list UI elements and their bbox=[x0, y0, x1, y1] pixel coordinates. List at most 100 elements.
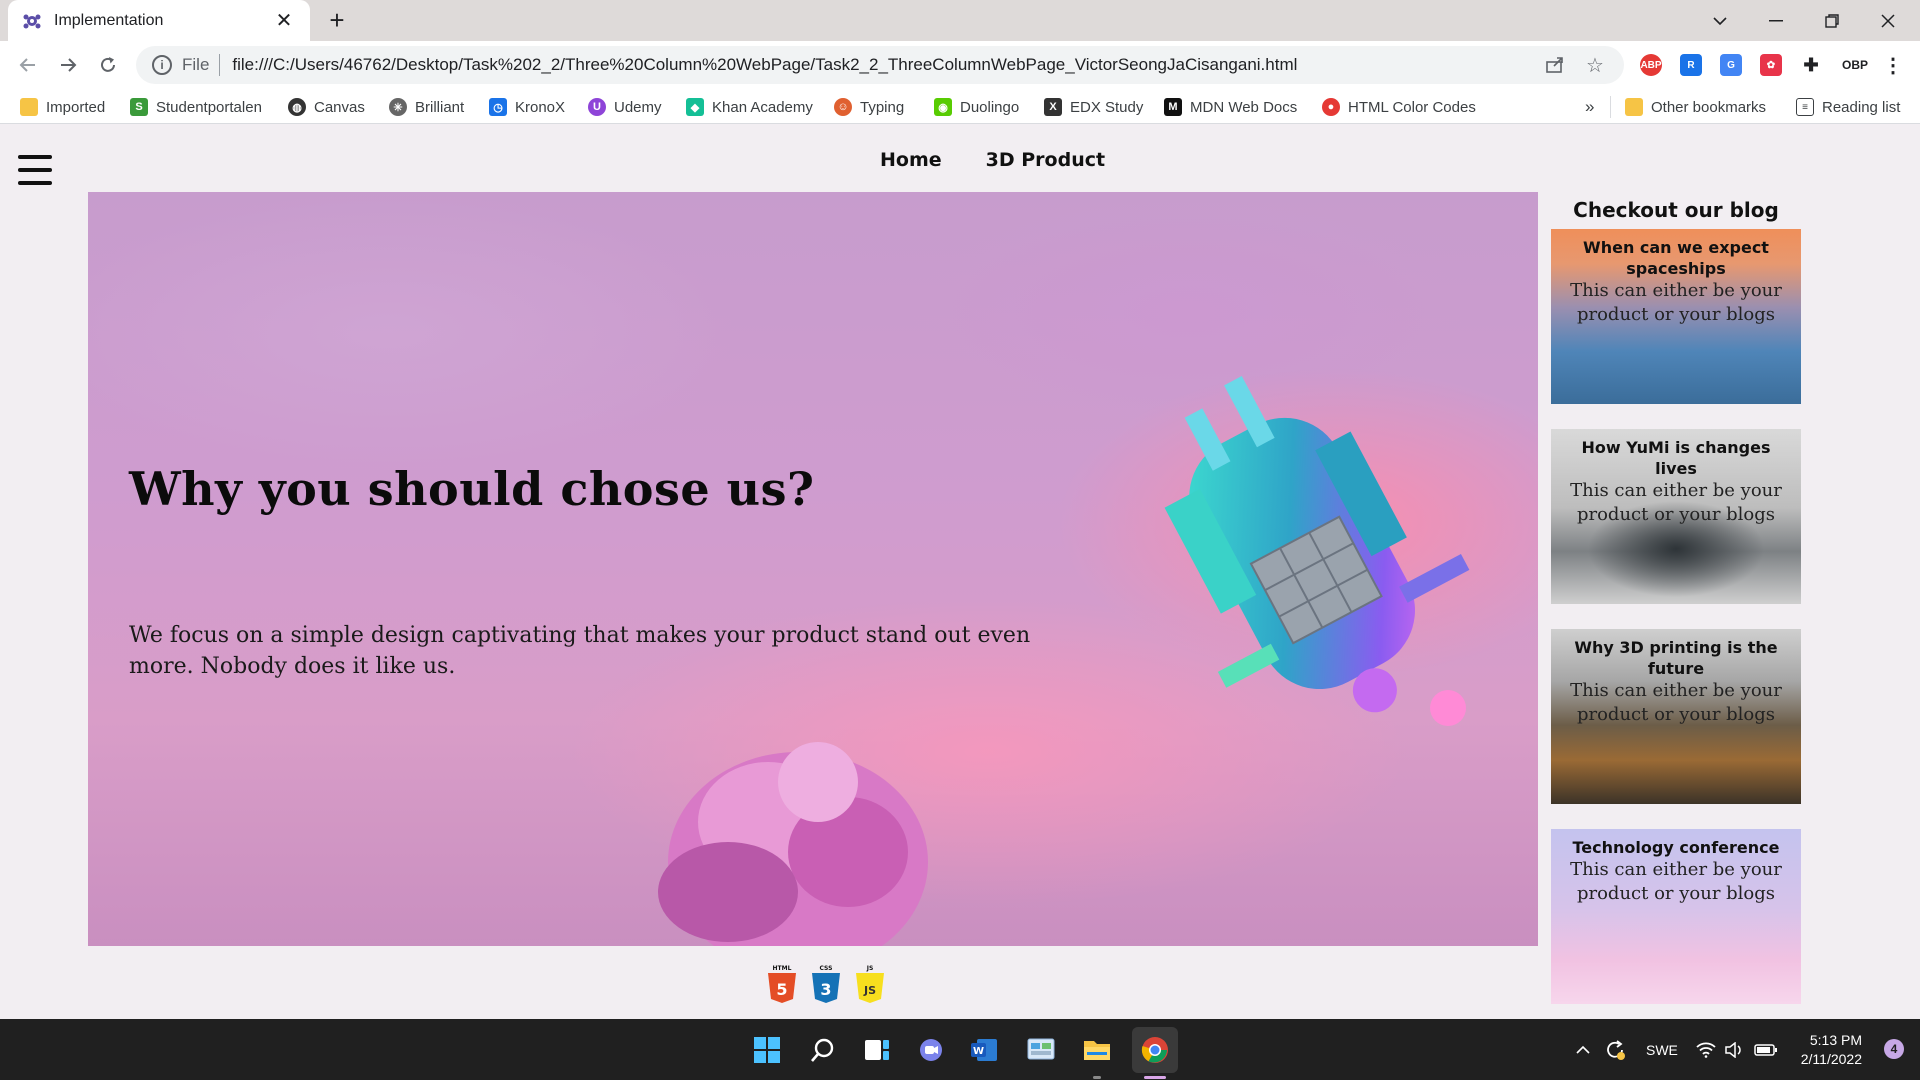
task-view-icon[interactable] bbox=[858, 1031, 896, 1069]
blog-card[interactable]: Why 3D printing is the future This can e… bbox=[1551, 629, 1801, 804]
notification-badge[interactable]: 4 bbox=[1884, 1039, 1904, 1059]
hero-title: Why you should chose us? bbox=[129, 462, 815, 516]
forward-icon[interactable] bbox=[52, 49, 84, 81]
svg-text:W: W bbox=[973, 1046, 984, 1057]
browser-toolbar: i File file:///C:/Users/46762/Desktop/Ta… bbox=[0, 41, 1920, 89]
bookmark-label: KronoX bbox=[515, 98, 566, 116]
web-page: Home 3D Product Why you should chose us?… bbox=[0, 125, 1920, 1019]
javascript-icon: JS JS bbox=[856, 965, 884, 1003]
show-hidden-icons-icon[interactable] bbox=[1576, 1019, 1590, 1080]
mdn-icon: M bbox=[1164, 98, 1182, 116]
minimize-icon[interactable] bbox=[1748, 0, 1804, 41]
bookmark-studentportalen[interactable]: S Studentportalen bbox=[130, 96, 262, 118]
restore-icon[interactable] bbox=[1804, 0, 1860, 41]
folder-icon bbox=[20, 98, 38, 116]
blog-card[interactable]: Technology conference This can either be… bbox=[1551, 829, 1801, 1004]
blog-card[interactable]: How YuMi is changes lives This can eithe… bbox=[1551, 429, 1801, 604]
blog-card-text: This can either be your product or your … bbox=[1570, 680, 1782, 725]
battery-icon[interactable] bbox=[1754, 1019, 1778, 1080]
bookmarks-bar: Imported S Studentportalen ◍ Canvas ✳ Brill… bbox=[0, 89, 1920, 124]
bookmark-imported[interactable]: Imported bbox=[20, 96, 105, 118]
bookmark-label: Typing bbox=[860, 98, 905, 116]
bookmark-kronox[interactable]: ◷ KronoX bbox=[489, 96, 565, 118]
bookmark-label: Khan Academy bbox=[712, 98, 813, 116]
html5-digit: 5 bbox=[776, 980, 787, 999]
reading-list-button[interactable]: ≡ Reading list bbox=[1796, 96, 1900, 118]
bookmark-duolingo[interactable]: ◉ Duolingo bbox=[934, 96, 1019, 118]
reading-list-icon: ≡ bbox=[1796, 98, 1814, 116]
bookmark-star-icon[interactable]: ☆ bbox=[1582, 52, 1608, 78]
site-info-icon[interactable]: i bbox=[152, 55, 172, 75]
reload-icon[interactable] bbox=[92, 49, 124, 81]
bookmark-mdn[interactable]: M MDN Web Docs bbox=[1164, 96, 1297, 118]
css3-digit: 3 bbox=[820, 980, 831, 999]
nav-3d-product-link[interactable]: 3D Product bbox=[986, 149, 1105, 171]
kronox-icon: ◷ bbox=[489, 98, 507, 116]
html5-label: HTML bbox=[773, 965, 792, 972]
page-favicon-icon bbox=[22, 11, 42, 31]
file-explorer-icon[interactable] bbox=[1078, 1031, 1116, 1069]
start-windows-icon[interactable] bbox=[748, 1031, 786, 1069]
control-panel-icon[interactable] bbox=[1022, 1031, 1060, 1069]
blog-card-title: How YuMi is changes lives bbox=[1581, 438, 1771, 478]
reading-list-label: Reading list bbox=[1822, 98, 1901, 116]
system-clock[interactable]: 5:13 PM 2/11/2022 bbox=[1801, 1031, 1862, 1069]
bookmark-khan-academy[interactable]: ◆ Khan Academy bbox=[686, 96, 813, 118]
browser-tab[interactable]: Implementation ✕ bbox=[8, 0, 310, 41]
bookmark-label: Brilliant bbox=[415, 98, 465, 116]
blog-card[interactable]: When can we expect spaceships This can e… bbox=[1551, 229, 1801, 404]
close-window-icon[interactable] bbox=[1860, 0, 1916, 41]
bookmark-label: EDX Study bbox=[1070, 98, 1144, 116]
bookmark-label: Canvas bbox=[314, 98, 365, 116]
address-bar[interactable]: i File file:///C:/Users/46762/Desktop/Ta… bbox=[136, 46, 1624, 84]
language-indicator[interactable]: SWE bbox=[1646, 1019, 1678, 1080]
bookmarks-overflow-button[interactable]: » bbox=[1585, 96, 1594, 118]
extension-red-icon[interactable]: ✿ bbox=[1760, 54, 1782, 76]
tech-icons: HTML 5 CSS 3 JS JS bbox=[766, 963, 886, 1003]
tab-close-icon[interactable]: ✕ bbox=[272, 8, 296, 33]
blog-card-text: This can either be your product or your … bbox=[1570, 480, 1782, 525]
bookmark-brilliant[interactable]: ✳ Brilliant bbox=[389, 96, 464, 118]
chrome-icon[interactable] bbox=[1132, 1027, 1178, 1073]
menu-kebab-icon[interactable]: ⋮ bbox=[1882, 54, 1904, 77]
teams-chat-icon[interactable] bbox=[912, 1031, 950, 1069]
bookmark-udemy[interactable]: U Udemy bbox=[588, 96, 662, 118]
translate-icon[interactable]: G bbox=[1720, 54, 1742, 76]
hero-section: Why you should chose us? We focus on a s… bbox=[88, 192, 1538, 946]
bookmark-canvas[interactable]: ◍ Canvas bbox=[288, 96, 365, 118]
blog-card-title: When can we expect spaceships bbox=[1583, 238, 1769, 278]
blog-card-text: This can either be your product or your … bbox=[1570, 280, 1782, 325]
adblock-icon[interactable]: ABP bbox=[1640, 54, 1662, 76]
search-icon[interactable] bbox=[804, 1031, 842, 1069]
bookmark-label: Imported bbox=[46, 98, 106, 116]
extensions-puzzle-icon[interactable]: ✚ bbox=[1800, 54, 1822, 76]
bookmark-label: Duolingo bbox=[960, 98, 1020, 116]
new-tab-button[interactable]: + bbox=[322, 6, 352, 36]
share-icon[interactable] bbox=[1542, 52, 1568, 78]
address-url[interactable]: file:///C:/Users/46762/Desktop/Task%202_… bbox=[232, 55, 1528, 75]
tab-search-icon[interactable] bbox=[1692, 0, 1748, 41]
bookmark-label: MDN Web Docs bbox=[1190, 98, 1298, 116]
bookmark-other[interactable]: Other bookmarks bbox=[1625, 96, 1766, 118]
bookmark-label: HTML Color Codes bbox=[1348, 98, 1476, 116]
hero-text: We focus on a simple design captivating … bbox=[129, 623, 1031, 679]
bookmark-edx-study[interactable]: X EDX Study bbox=[1044, 96, 1143, 118]
word-icon[interactable]: W bbox=[966, 1031, 1004, 1069]
wifi-icon[interactable] bbox=[1696, 1019, 1716, 1080]
nav-home-link[interactable]: Home bbox=[880, 149, 942, 171]
clock-date: 2/11/2022 bbox=[1800, 1051, 1862, 1067]
typing-icon: ☺ bbox=[834, 98, 852, 116]
spaceship-3d-model bbox=[1164, 376, 1470, 726]
tab-strip: Implementation ✕ + bbox=[0, 0, 1920, 41]
volume-icon[interactable] bbox=[1724, 1019, 1744, 1080]
extension-r-icon[interactable]: R bbox=[1680, 54, 1702, 76]
bookmark-typing[interactable]: ☺ Typing bbox=[834, 96, 904, 118]
profile-icon[interactable]: OBP bbox=[1840, 54, 1870, 76]
css3-icon: CSS 3 bbox=[812, 965, 840, 1003]
duolingo-icon: ◉ bbox=[934, 98, 952, 116]
hamburger-menu-icon[interactable] bbox=[18, 155, 52, 185]
sync-icon[interactable] bbox=[1604, 1019, 1626, 1080]
color-icon: ● bbox=[1322, 98, 1340, 116]
back-icon[interactable] bbox=[12, 49, 44, 81]
bookmark-html-color-codes[interactable]: ● HTML Color Codes bbox=[1322, 96, 1476, 118]
